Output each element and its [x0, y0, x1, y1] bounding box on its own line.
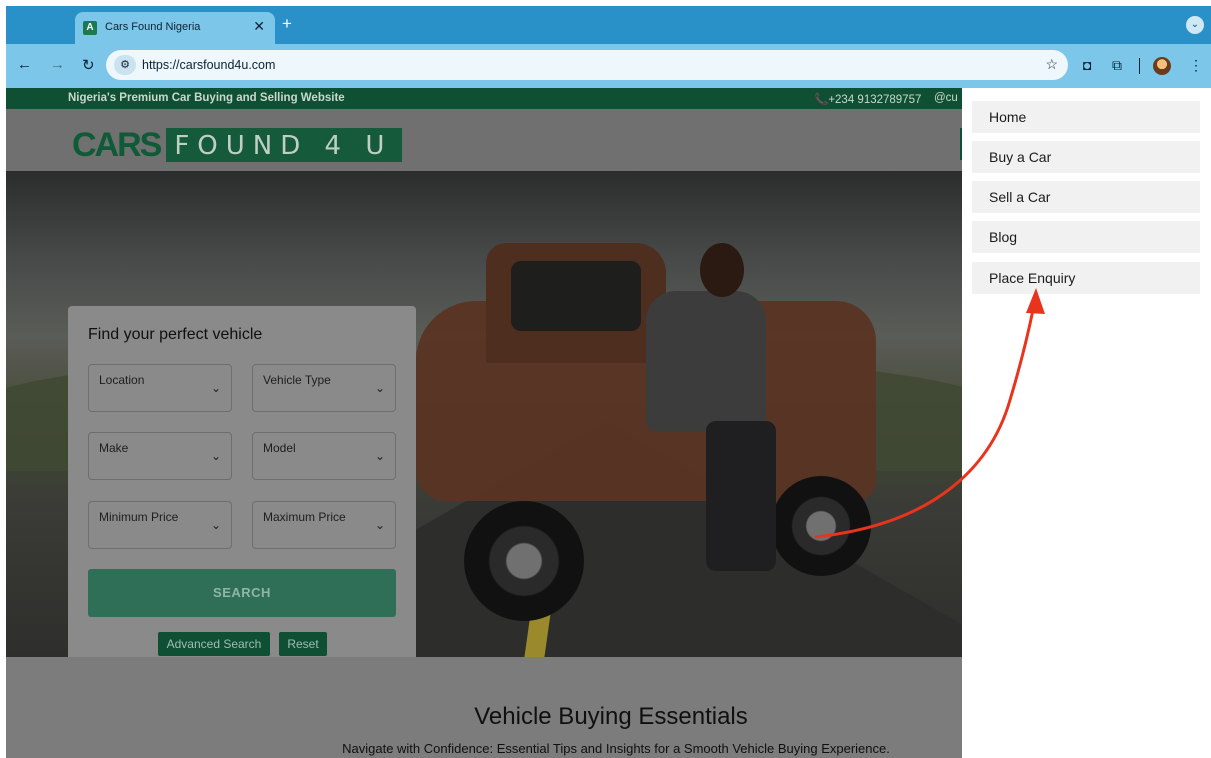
chevron-down-icon: ⌄ [210, 449, 221, 463]
min-price-label: Minimum Price [99, 510, 179, 524]
advanced-search-button[interactable]: Advanced Search [158, 632, 270, 656]
logo-cars-text: CARS [72, 125, 162, 164]
location-select[interactable]: Location ⌄ [88, 364, 232, 412]
min-price-select[interactable]: Minimum Price ⌄ [88, 501, 232, 549]
essentials-section: Vehicle Buying Essentials Navigate with … [6, 657, 962, 758]
reload-icon[interactable]: ↻ [82, 56, 95, 74]
hero-truck-wheel [771, 476, 871, 576]
page-viewport: Nigeria's Premium Car Buying and Selling… [6, 88, 1211, 758]
menu-item-buy-a-car[interactable]: Buy a Car [972, 141, 1200, 173]
max-price-label: Maximum Price [263, 510, 346, 524]
more-menu-icon[interactable]: ⋮ [1189, 57, 1203, 74]
logo-found-text: FOUND 4 U [166, 128, 403, 162]
new-tab-button[interactable]: + [282, 14, 292, 34]
menu-item-home[interactable]: Home [972, 101, 1200, 133]
chevron-down-icon: ⌄ [210, 518, 221, 532]
site-info-icon[interactable]: ⚙ [114, 55, 136, 75]
extensions-icon[interactable]: ⧉ [1112, 57, 1122, 74]
chevron-down-icon: ⌄ [210, 381, 221, 395]
max-price-select[interactable]: Maximum Price ⌄ [252, 501, 396, 549]
menu-item-sell-a-car[interactable]: Sell a Car [972, 181, 1200, 213]
hero-truck-wheel [464, 501, 584, 621]
address-bar[interactable]: ⚙ https://carsfound4u.com ☆ [106, 50, 1068, 80]
vehicle-type-select[interactable]: Vehicle Type ⌄ [252, 364, 396, 412]
url-text[interactable]: https://carsfound4u.com [142, 58, 275, 72]
location-label: Location [99, 373, 145, 387]
chevron-down-icon: ⌄ [374, 381, 385, 395]
email-contact[interactable]: @cu [934, 92, 958, 104]
site-logo[interactable]: CARS FOUND 4 U [72, 125, 403, 164]
tab-search-icon[interactable]: ⌄ [1186, 16, 1204, 34]
model-select[interactable]: Model ⌄ [252, 432, 396, 480]
chevron-down-icon: ⌄ [374, 518, 385, 532]
camera-icon[interactable]: ◘ [1083, 57, 1091, 73]
side-nav-menu: Home Buy a Car Sell a Car Blog Place Enq… [962, 88, 1211, 758]
browser-toolbar: ← → ↻ ⚙ https://carsfound4u.com ☆ ◘ ⧉ ⋮ [6, 44, 1211, 88]
hero-person-legs [706, 421, 776, 571]
hero-person [646, 291, 766, 431]
browser-window: A Cars Found Nigeria ✕ + ⌄ ← → ↻ ⚙ https… [6, 6, 1211, 758]
model-label: Model [263, 441, 296, 455]
search-card-title: Find your perfect vehicle [88, 326, 263, 343]
toolbar-divider [1139, 58, 1140, 74]
make-select[interactable]: Make ⌄ [88, 432, 232, 480]
bookmark-star-icon[interactable]: ☆ [1045, 56, 1058, 73]
search-button[interactable]: SEARCH [88, 569, 396, 617]
site-tagline: Nigeria's Premium Car Buying and Selling… [68, 92, 345, 104]
vehicle-search-card: Find your perfect vehicle Location ⌄ Veh… [68, 306, 416, 657]
hero-truck-window [511, 261, 641, 331]
tab-favicon-icon: A [83, 21, 97, 35]
hero-person-head [700, 243, 744, 297]
forward-icon[interactable]: → [50, 56, 65, 73]
active-tab[interactable]: A Cars Found Nigeria ✕ [75, 12, 275, 44]
make-label: Make [99, 441, 129, 455]
reset-button[interactable]: Reset [279, 632, 327, 656]
hero-banner: Find your perfect vehicle Location ⌄ Veh… [6, 171, 962, 657]
menu-item-blog[interactable]: Blog [972, 221, 1200, 253]
profile-avatar[interactable] [1153, 57, 1171, 75]
back-icon[interactable]: ← [17, 56, 32, 73]
close-tab-icon[interactable]: ✕ [253, 18, 265, 35]
tab-bar: A Cars Found Nigeria ✕ + ⌄ [6, 6, 1211, 44]
vehicle-type-label: Vehicle Type [263, 373, 331, 387]
phone-contact[interactable]: 📞+234 9132789757 [814, 92, 921, 106]
chevron-down-icon: ⌄ [374, 449, 385, 463]
menu-item-place-enquiry[interactable]: Place Enquiry [972, 262, 1200, 294]
tab-title: Cars Found Nigeria [105, 21, 201, 33]
